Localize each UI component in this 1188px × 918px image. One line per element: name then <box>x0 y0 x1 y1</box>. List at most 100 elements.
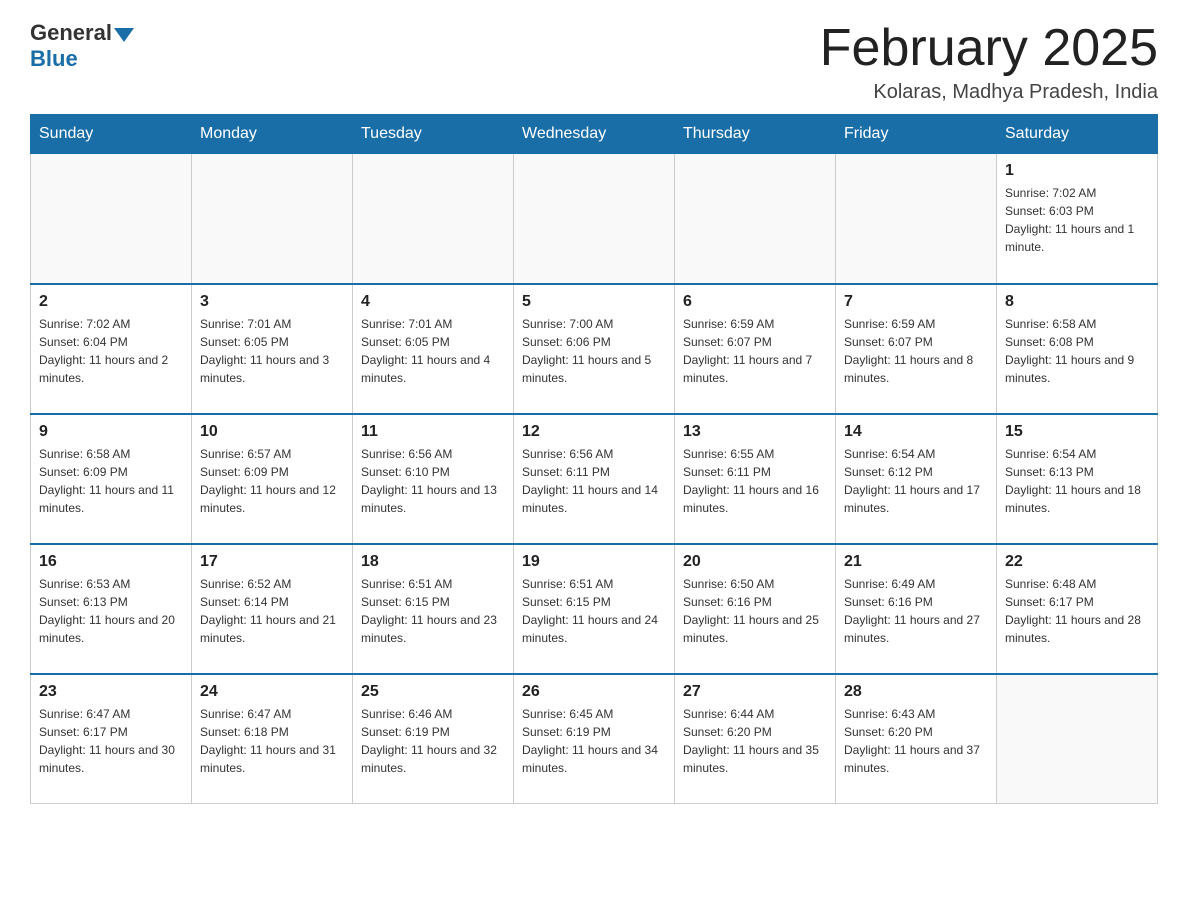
calendar-day-cell: 16 Sunrise: 6:53 AM Sunset: 6:13 PM Dayli… <box>31 544 192 674</box>
day-number: 27 <box>683 683 827 701</box>
day-info: Sunrise: 7:01 AM Sunset: 6:05 PM Dayligh… <box>200 315 344 387</box>
calendar-header-tuesday: Tuesday <box>353 115 514 154</box>
day-info: Sunrise: 7:02 AM Sunset: 6:04 PM Dayligh… <box>39 315 183 387</box>
day-info: Sunrise: 6:52 AM Sunset: 6:14 PM Dayligh… <box>200 575 344 647</box>
day-info: Sunrise: 6:56 AM Sunset: 6:10 PM Dayligh… <box>361 445 505 517</box>
day-number: 13 <box>683 423 827 441</box>
day-info: Sunrise: 6:53 AM Sunset: 6:13 PM Dayligh… <box>39 575 183 647</box>
calendar-day-cell: 22 Sunrise: 6:48 AM Sunset: 6:17 PM Dayli… <box>997 544 1158 674</box>
calendar-day-cell: 21Sunrise: 6:49 AM Sunset: 6:16 PM Dayli… <box>836 544 997 674</box>
day-number: 19 <box>522 553 666 571</box>
day-number: 3 <box>200 293 344 311</box>
day-number: 18 <box>361 553 505 571</box>
calendar-day-cell: 23 Sunrise: 6:47 AM Sunset: 6:17 PM Dayli… <box>31 674 192 804</box>
calendar-day-cell: 7 Sunrise: 6:59 AM Sunset: 6:07 PM Daylig… <box>836 284 997 414</box>
calendar-day-cell: 24 Sunrise: 6:47 AM Sunset: 6:18 PM Dayli… <box>192 674 353 804</box>
day-info: Sunrise: 7:00 AM Sunset: 6:06 PM Dayligh… <box>522 315 666 387</box>
day-number: 25 <box>361 683 505 701</box>
day-info: Sunrise: 6:55 AM Sunset: 6:11 PM Dayligh… <box>683 445 827 517</box>
day-info: Sunrise: 6:48 AM Sunset: 6:17 PM Dayligh… <box>1005 575 1149 647</box>
calendar-day-cell: 13 Sunrise: 6:55 AM Sunset: 6:11 PM Dayli… <box>675 414 836 544</box>
calendar-header-friday: Friday <box>836 115 997 154</box>
calendar-day-cell: 2 Sunrise: 7:02 AM Sunset: 6:04 PM Daylig… <box>31 284 192 414</box>
calendar-header-sunday: Sunday <box>31 115 192 154</box>
calendar-day-cell: 4 Sunrise: 7:01 AM Sunset: 6:05 PM Daylig… <box>353 284 514 414</box>
calendar-week-row: 23 Sunrise: 6:47 AM Sunset: 6:17 PM Dayli… <box>31 674 1158 804</box>
calendar-day-cell: 11 Sunrise: 6:56 AM Sunset: 6:10 PM Dayli… <box>353 414 514 544</box>
day-info: Sunrise: 6:49 AM Sunset: 6:16 PM Dayligh… <box>844 575 988 647</box>
calendar-day-cell <box>192 154 353 284</box>
day-number: 7 <box>844 293 988 311</box>
calendar-day-cell: 20 Sunrise: 6:50 AM Sunset: 6:16 PM Dayli… <box>675 544 836 674</box>
day-number: 17 <box>200 553 344 571</box>
calendar-day-cell: 10Sunrise: 6:57 AM Sunset: 6:09 PM Dayli… <box>192 414 353 544</box>
day-info: Sunrise: 6:57 AM Sunset: 6:09 PM Dayligh… <box>200 445 344 517</box>
day-info: Sunrise: 7:01 AM Sunset: 6:05 PM Dayligh… <box>361 315 505 387</box>
day-info: Sunrise: 6:51 AM Sunset: 6:15 PM Dayligh… <box>361 575 505 647</box>
day-number: 5 <box>522 293 666 311</box>
day-number: 16 <box>39 553 183 571</box>
calendar-header-saturday: Saturday <box>997 115 1158 154</box>
day-info: Sunrise: 6:59 AM Sunset: 6:07 PM Dayligh… <box>683 315 827 387</box>
calendar-table: SundayMondayTuesdayWednesdayThursdayFrid… <box>30 114 1158 804</box>
day-info: Sunrise: 6:46 AM Sunset: 6:19 PM Dayligh… <box>361 705 505 777</box>
month-title: February 2025 <box>820 20 1158 77</box>
calendar-day-cell: 17 Sunrise: 6:52 AM Sunset: 6:14 PM Dayli… <box>192 544 353 674</box>
logo-blue-text: Blue <box>30 46 78 71</box>
calendar-header-monday: Monday <box>192 115 353 154</box>
calendar-week-row: 2 Sunrise: 7:02 AM Sunset: 6:04 PM Daylig… <box>31 284 1158 414</box>
day-info: Sunrise: 6:43 AM Sunset: 6:20 PM Dayligh… <box>844 705 988 777</box>
logo-arrow-icon <box>114 28 134 42</box>
day-number: 12 <box>522 423 666 441</box>
day-info: Sunrise: 6:50 AM Sunset: 6:16 PM Dayligh… <box>683 575 827 647</box>
calendar-day-cell <box>514 154 675 284</box>
day-number: 4 <box>361 293 505 311</box>
day-number: 6 <box>683 293 827 311</box>
calendar-week-row: 1 Sunrise: 7:02 AM Sunset: 6:03 PM Daylig… <box>31 154 1158 284</box>
calendar-week-row: 16 Sunrise: 6:53 AM Sunset: 6:13 PM Dayli… <box>31 544 1158 674</box>
day-info: Sunrise: 6:58 AM Sunset: 6:09 PM Dayligh… <box>39 445 183 517</box>
day-number: 23 <box>39 683 183 701</box>
calendar-day-cell <box>675 154 836 284</box>
day-info: Sunrise: 6:44 AM Sunset: 6:20 PM Dayligh… <box>683 705 827 777</box>
calendar-day-cell: 27 Sunrise: 6:44 AM Sunset: 6:20 PM Dayli… <box>675 674 836 804</box>
calendar-day-cell: 14Sunrise: 6:54 AM Sunset: 6:12 PM Dayli… <box>836 414 997 544</box>
calendar-day-cell: 19Sunrise: 6:51 AM Sunset: 6:15 PM Dayli… <box>514 544 675 674</box>
day-info: Sunrise: 6:54 AM Sunset: 6:13 PM Dayligh… <box>1005 445 1149 517</box>
day-number: 24 <box>200 683 344 701</box>
day-number: 22 <box>1005 553 1149 571</box>
calendar-day-cell: 5 Sunrise: 7:00 AM Sunset: 6:06 PM Daylig… <box>514 284 675 414</box>
calendar-day-cell: 8Sunrise: 6:58 AM Sunset: 6:08 PM Daylig… <box>997 284 1158 414</box>
day-info: Sunrise: 6:47 AM Sunset: 6:17 PM Dayligh… <box>39 705 183 777</box>
day-info: Sunrise: 6:59 AM Sunset: 6:07 PM Dayligh… <box>844 315 988 387</box>
day-number: 15 <box>1005 423 1149 441</box>
calendar-day-cell: 12 Sunrise: 6:56 AM Sunset: 6:11 PM Dayli… <box>514 414 675 544</box>
calendar-header-wednesday: Wednesday <box>514 115 675 154</box>
calendar-day-cell <box>31 154 192 284</box>
calendar-day-cell <box>836 154 997 284</box>
calendar-day-cell: 18 Sunrise: 6:51 AM Sunset: 6:15 PM Dayli… <box>353 544 514 674</box>
calendar-week-row: 9 Sunrise: 6:58 AM Sunset: 6:09 PM Daylig… <box>31 414 1158 544</box>
day-number: 26 <box>522 683 666 701</box>
calendar-day-cell: 9 Sunrise: 6:58 AM Sunset: 6:09 PM Daylig… <box>31 414 192 544</box>
day-number: 11 <box>361 423 505 441</box>
day-info: Sunrise: 7:02 AM Sunset: 6:03 PM Dayligh… <box>1005 184 1149 256</box>
day-number: 1 <box>1005 162 1149 180</box>
day-info: Sunrise: 6:54 AM Sunset: 6:12 PM Dayligh… <box>844 445 988 517</box>
calendar-header-thursday: Thursday <box>675 115 836 154</box>
calendar-day-cell: 6 Sunrise: 6:59 AM Sunset: 6:07 PM Daylig… <box>675 284 836 414</box>
day-info: Sunrise: 6:47 AM Sunset: 6:18 PM Dayligh… <box>200 705 344 777</box>
day-number: 20 <box>683 553 827 571</box>
day-number: 8 <box>1005 293 1149 311</box>
page-header: General Blue February 2025 Kolaras, Madh… <box>30 20 1158 104</box>
day-number: 2 <box>39 293 183 311</box>
calendar-day-cell: 28Sunrise: 6:43 AM Sunset: 6:20 PM Dayli… <box>836 674 997 804</box>
calendar-day-cell <box>353 154 514 284</box>
logo-general-text: General <box>30 20 112 46</box>
calendar-day-cell: 3 Sunrise: 7:01 AM Sunset: 6:05 PM Daylig… <box>192 284 353 414</box>
calendar-day-cell: 25 Sunrise: 6:46 AM Sunset: 6:19 PM Dayli… <box>353 674 514 804</box>
day-info: Sunrise: 6:45 AM Sunset: 6:19 PM Dayligh… <box>522 705 666 777</box>
day-info: Sunrise: 6:56 AM Sunset: 6:11 PM Dayligh… <box>522 445 666 517</box>
day-number: 9 <box>39 423 183 441</box>
calendar-day-cell: 1 Sunrise: 7:02 AM Sunset: 6:03 PM Daylig… <box>997 154 1158 284</box>
